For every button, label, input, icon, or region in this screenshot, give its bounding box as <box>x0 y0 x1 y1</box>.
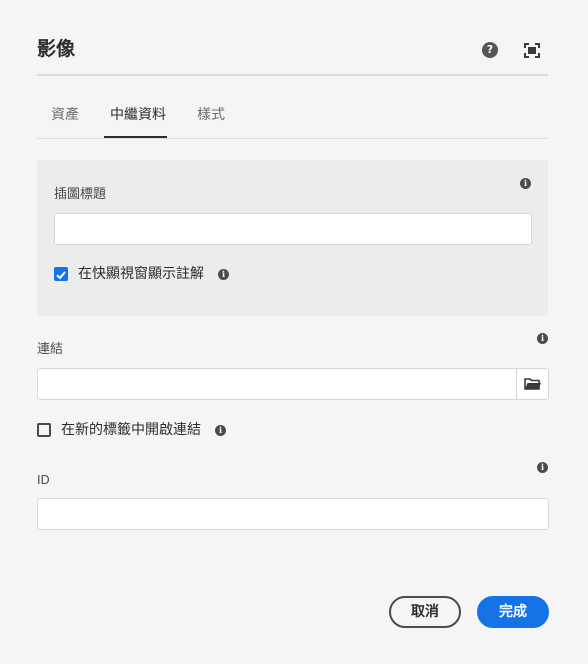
caption-label: 插圖標題 <box>54 187 107 202</box>
link-info-icon[interactable]: i <box>537 333 548 344</box>
id-info-icon[interactable]: i <box>537 462 548 473</box>
done-button[interactable]: 完成 <box>477 596 549 628</box>
link-input[interactable] <box>37 368 517 400</box>
tab-list: 資產 中繼資料 樣式 <box>37 96 548 139</box>
caption-popup-info-icon[interactable]: i <box>218 269 229 280</box>
id-input[interactable] <box>37 498 549 530</box>
folder-icon <box>524 378 541 390</box>
caption-input[interactable] <box>54 213 532 245</box>
id-label: ID <box>37 473 50 487</box>
dialog-header: 影像 ? <box>37 36 548 76</box>
caption-info-icon[interactable]: i <box>520 178 531 189</box>
new-tab-checkbox[interactable] <box>37 423 51 437</box>
caption-popup-checkbox[interactable] <box>54 267 68 281</box>
tab-metadata[interactable]: 中繼資料 <box>110 106 166 124</box>
cancel-button[interactable]: 取消 <box>389 596 461 628</box>
help-icon[interactable]: ? <box>482 42 498 58</box>
checkmark-icon <box>56 271 66 280</box>
browse-button[interactable] <box>516 368 549 400</box>
link-label: 連結 <box>37 342 64 357</box>
new-tab-label: 在新的標籤中開啟連結 <box>61 422 201 438</box>
new-tab-info-icon[interactable]: i <box>215 425 226 436</box>
caption-panel: i 插圖標題 在快顯視窗顯示註解 i <box>37 160 548 316</box>
caption-popup-label: 在快顯視窗顯示註解 <box>78 266 204 282</box>
tab-assets[interactable]: 資產 <box>51 106 79 124</box>
dialog-title: 影像 <box>37 38 76 60</box>
fullscreen-icon[interactable] <box>524 43 540 58</box>
tab-styles[interactable]: 樣式 <box>197 106 225 124</box>
active-tab-indicator <box>104 136 167 138</box>
